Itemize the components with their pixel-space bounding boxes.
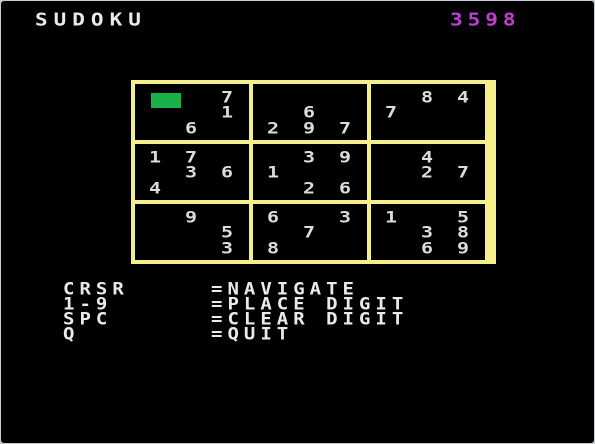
board-box[interactable]: 84 7 [371, 84, 485, 140]
cell-digit[interactable]: 8 [261, 240, 285, 256]
board-row [371, 120, 485, 137]
board-row: 6 [135, 120, 249, 137]
board-row: 8 [253, 240, 367, 257]
board-box[interactable]: 39 126 [253, 144, 367, 200]
cell-digit[interactable]: 6 [333, 180, 357, 196]
cell-digit[interactable]: 7 [451, 164, 475, 180]
game-screen[interactable]: SUDOKU 3598 7166297847173643912642795363… [1, 1, 594, 443]
cell-digit[interactable]: 2 [415, 164, 439, 180]
cell-digit[interactable]: 6 [215, 164, 239, 180]
cell-digit[interactable]: 1 [143, 149, 167, 165]
board-box[interactable]: 6297 [253, 84, 367, 140]
cell-digit[interactable]: 3 [179, 164, 203, 180]
help-key: SPC [63, 309, 113, 330]
sudoku-board[interactable]: 716629784717364391264279536378153869 [131, 80, 496, 264]
board-row: 69 [371, 240, 485, 257]
cell-digit[interactable]: 3 [297, 149, 321, 165]
cell-digit[interactable]: 2 [261, 120, 285, 136]
help-line: Q =QUIT [63, 324, 408, 345]
help-key: Q [63, 324, 80, 345]
cell-digit[interactable]: 1 [379, 209, 403, 225]
board-box[interactable]: 427 [371, 144, 485, 200]
board-row [371, 180, 485, 197]
cell-digit[interactable]: 6 [297, 104, 321, 120]
board-box[interactable]: 153869 [371, 204, 485, 260]
board-row: 297 [253, 120, 367, 137]
controls-help: CRSR =NAVIGATE 1-9 =PLACE DIGIT SPC =CLEAR DI… [63, 281, 408, 345]
cell-digit[interactable]: 3 [415, 224, 439, 240]
cell-digit[interactable]: 9 [297, 120, 321, 136]
cell-digit[interactable]: 6 [179, 120, 203, 136]
help-action: =QUIT [211, 324, 294, 345]
board-row: 3 [135, 240, 249, 257]
cell-digit[interactable]: 9 [179, 209, 203, 225]
game-title: SUDOKU [35, 9, 147, 30]
cell-digit[interactable]: 3 [215, 240, 239, 256]
score-counter: 3598 [450, 9, 521, 30]
cell-digit[interactable]: 7 [297, 224, 321, 240]
cell-digit[interactable]: 6 [415, 240, 439, 256]
cell-digit[interactable]: 8 [415, 89, 439, 105]
cell-digit[interactable]: 7 [333, 120, 357, 136]
cell-digit[interactable]: 3 [333, 209, 357, 225]
cell-digit[interactable]: 6 [261, 209, 285, 225]
cell-digit[interactable]: 4 [451, 89, 475, 105]
board-row: 7 [371, 104, 485, 121]
cell-digit[interactable]: 1 [261, 164, 285, 180]
cell-digit[interactable]: 9 [333, 149, 357, 165]
cell-digit[interactable]: 4 [143, 180, 167, 196]
cell-digit[interactable]: 1 [215, 104, 239, 120]
board-row: 4 [135, 180, 249, 197]
board-box[interactable]: 953 [135, 204, 249, 260]
cell-digit[interactable]: 5 [215, 224, 239, 240]
board-box[interactable]: 716 [135, 84, 249, 140]
board-row: 26 [253, 180, 367, 197]
cell-digit[interactable]: 2 [297, 180, 321, 196]
board-box[interactable]: 6 378 [253, 204, 367, 260]
cell-digit[interactable]: 9 [451, 240, 475, 256]
cell-digit[interactable]: 7 [379, 104, 403, 120]
board-row: 27 [371, 164, 485, 181]
cell-digit[interactable]: 8 [451, 224, 475, 240]
board-box[interactable]: 17364 [135, 144, 249, 200]
